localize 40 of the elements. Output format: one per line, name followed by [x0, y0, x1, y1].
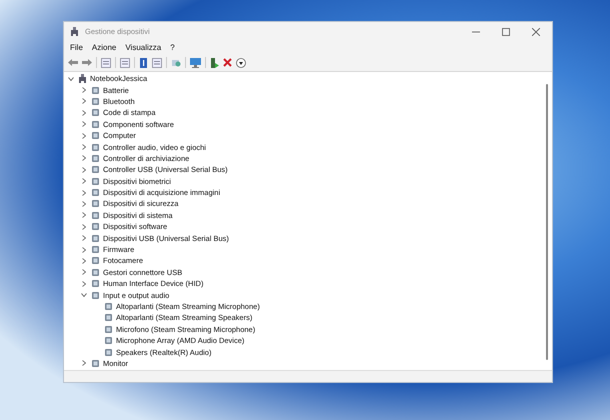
- remove-icon[interactable]: [223, 58, 232, 67]
- expander-chevron-icon[interactable]: [81, 132, 87, 139]
- expander-chevron-icon[interactable]: [81, 121, 87, 128]
- expander-chevron-icon[interactable]: [81, 258, 87, 264]
- scrollbar[interactable]: [546, 84, 548, 360]
- download-circle-icon[interactable]: [236, 58, 246, 68]
- expander-chevron-icon[interactable]: [81, 166, 87, 173]
- expander-chevron-icon[interactable]: [81, 98, 87, 104]
- window-list-icon[interactable]: [101, 58, 111, 68]
- computer-icon: [78, 74, 87, 84]
- expander-chevron-icon[interactable]: [68, 76, 74, 82]
- app-icon: [70, 27, 79, 36]
- driver-update-icon[interactable]: [210, 58, 219, 68]
- expander-chevron-icon[interactable]: [81, 269, 87, 276]
- expander-chevron-icon[interactable]: [81, 144, 87, 150]
- menu-item[interactable]: File: [70, 43, 83, 52]
- monitor-icon[interactable]: [190, 58, 201, 68]
- menu-item[interactable]: ?: [170, 43, 175, 52]
- expander-chevron-icon[interactable]: [81, 224, 87, 230]
- menu-item[interactable]: Visualizza: [125, 43, 162, 52]
- maximize-icon[interactable]: [502, 28, 510, 36]
- window-list-icon[interactable]: [120, 58, 130, 68]
- expander-chevron-icon[interactable]: [81, 246, 87, 253]
- expander-chevron-icon[interactable]: [81, 178, 87, 184]
- expander-chevron-icon[interactable]: [81, 200, 87, 207]
- expander-chevron-icon[interactable]: [81, 110, 87, 116]
- expander-chevron-icon[interactable]: [81, 292, 87, 298]
- expander-chevron-icon[interactable]: [81, 360, 87, 366]
- expander-chevron-icon[interactable]: [81, 280, 87, 287]
- forward-arrow-icon[interactable]: [82, 58, 92, 67]
- window-list-icon[interactable]: [152, 58, 162, 68]
- back-arrow-icon[interactable]: [68, 58, 78, 67]
- close-icon[interactable]: [532, 28, 540, 36]
- expander-chevron-icon[interactable]: [81, 87, 87, 94]
- expander-chevron-icon[interactable]: [81, 235, 87, 242]
- help-icon[interactable]: [139, 58, 148, 68]
- expander-chevron-icon[interactable]: [81, 190, 87, 196]
- menu-item[interactable]: Azione: [92, 43, 116, 52]
- expander-chevron-icon[interactable]: [81, 155, 87, 162]
- expander-chevron-icon[interactable]: [81, 212, 87, 218]
